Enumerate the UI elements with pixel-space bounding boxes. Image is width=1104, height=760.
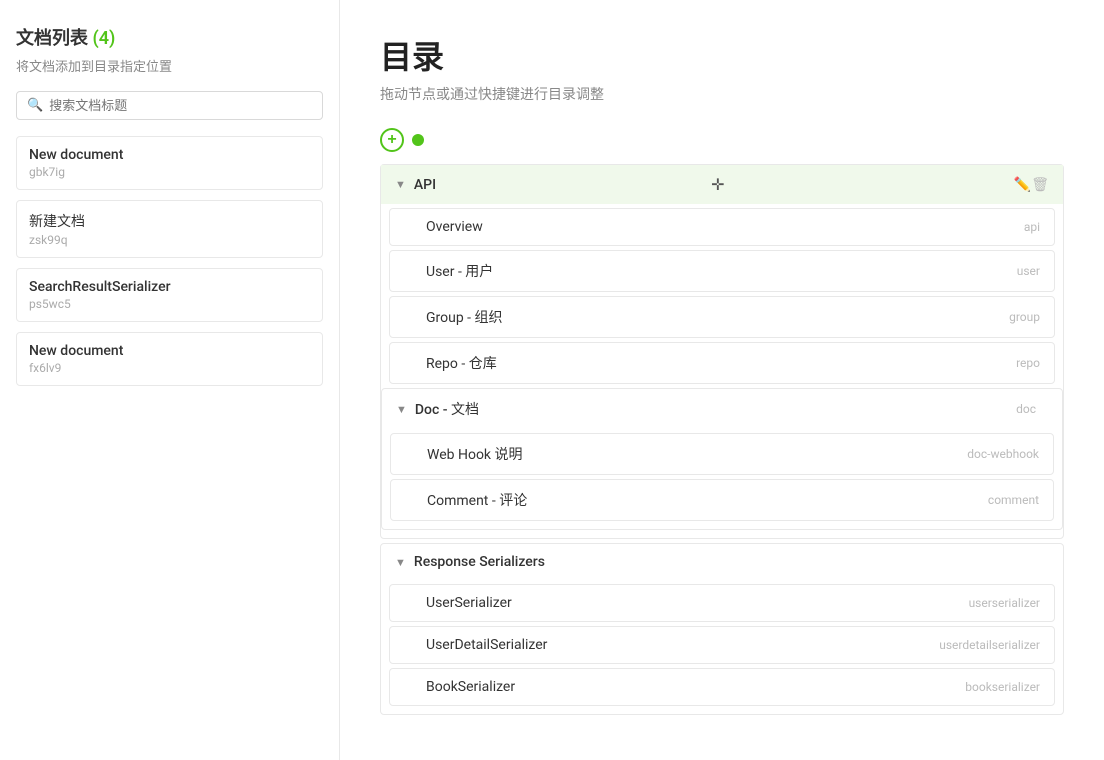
toc-item-userdetailserializer[interactable]: UserDetailSerializer userdetailserialize…	[389, 626, 1055, 664]
toc-group-serializers-name: Response Serializers	[414, 554, 732, 570]
doc-item-title: New document	[29, 147, 310, 163]
left-panel: 文档列表 (4) 将文档添加到目录指定位置 🔍 New document gbk…	[0, 0, 340, 760]
toc-group-api: ▼ API ✛ ✏️ 🗑 Overview api User - 用户 user…	[380, 164, 1064, 539]
edit-icon[interactable]: ✏️	[1014, 177, 1031, 193]
toc-item-overview[interactable]: Overview api	[389, 208, 1055, 246]
toc-item-repo[interactable]: Repo - 仓库 repo	[389, 342, 1055, 384]
toc-item-user[interactable]: User - 用户 user	[389, 250, 1055, 292]
toc-group-doc: ▼ Doc - 文档 doc Web Hook 说明 doc-webhook C…	[381, 388, 1063, 530]
doc-item-title: New document	[29, 343, 310, 359]
doc-item-id: ps5wc5	[29, 297, 310, 311]
document-list: New document gbk7ig 新建文档 zsk99q SearchRe…	[16, 136, 323, 386]
toc-item-comment[interactable]: Comment - 评论 comment	[390, 479, 1054, 521]
list-item[interactable]: 新建文档 zsk99q	[16, 200, 323, 258]
chevron-down-icon: ▼	[395, 556, 406, 569]
doc-item-id: zsk99q	[29, 233, 310, 247]
list-item[interactable]: New document fx6lv9	[16, 332, 323, 386]
toc-group-api-header[interactable]: ▼ API ✛ ✏️ 🗑	[381, 165, 1063, 204]
toc-toolbar: +	[380, 128, 1064, 152]
toc-group-doc-header[interactable]: ▼ Doc - 文档 doc	[382, 389, 1062, 429]
toc-item-bookserializer[interactable]: BookSerializer bookserializer	[389, 668, 1055, 706]
toc-container: ▼ API ✛ ✏️ 🗑 Overview api User - 用户 user…	[380, 164, 1064, 715]
toc-item-webhook[interactable]: Web Hook 说明 doc-webhook	[390, 433, 1054, 475]
toc-group-doc-slug: doc	[1016, 402, 1036, 416]
status-dot	[412, 134, 424, 146]
search-icon: 🔍	[27, 98, 43, 113]
panel-subtitle: 将文档添加到目录指定位置	[16, 56, 323, 75]
toc-group-api-name: API	[414, 177, 703, 193]
list-item[interactable]: SearchResultSerializer ps5wc5	[16, 268, 323, 322]
search-box[interactable]: 🔍	[16, 91, 323, 120]
add-button[interactable]: +	[380, 128, 404, 152]
toc-group-serializers-body: UserSerializer userserializer UserDetail…	[381, 584, 1063, 714]
doc-item-id: fx6lv9	[29, 361, 310, 375]
delete-icon[interactable]: 🗑	[1031, 177, 1049, 193]
drag-icon: ✛	[711, 175, 724, 194]
panel-title-text: 文档列表	[16, 28, 88, 49]
toc-group-api-body: Overview api User - 用户 user Group - 组织 g…	[381, 208, 1063, 538]
doc-item-title: SearchResultSerializer	[29, 279, 310, 295]
toc-group-doc-body: Web Hook 说明 doc-webhook Comment - 评论 com…	[382, 433, 1062, 529]
page-title: 目录	[380, 32, 1064, 78]
list-item[interactable]: New document gbk7ig	[16, 136, 323, 190]
search-input[interactable]	[49, 98, 312, 113]
toc-item-group[interactable]: Group - 组织 group	[389, 296, 1055, 338]
doc-item-id: gbk7ig	[29, 165, 310, 179]
chevron-down-icon: ▼	[395, 178, 406, 191]
toc-item-userserializer[interactable]: UserSerializer userserializer	[389, 584, 1055, 622]
doc-count: (4)	[92, 28, 115, 49]
doc-item-title: 新建文档	[29, 211, 310, 231]
right-panel: 目录 拖动节点或通过快捷键进行目录调整 + ▼ API ✛ ✏️ 🗑 Overv…	[340, 0, 1104, 760]
toc-group-doc-name: Doc - 文档	[415, 399, 716, 419]
toc-group-serializers: ▼ Response Serializers UserSerializer us…	[380, 543, 1064, 715]
toc-group-serializers-header[interactable]: ▼ Response Serializers	[381, 544, 1063, 580]
page-subtitle: 拖动节点或通过快捷键进行目录调整	[380, 84, 1064, 104]
chevron-down-icon: ▼	[396, 403, 407, 416]
panel-title: 文档列表 (4)	[16, 24, 323, 50]
